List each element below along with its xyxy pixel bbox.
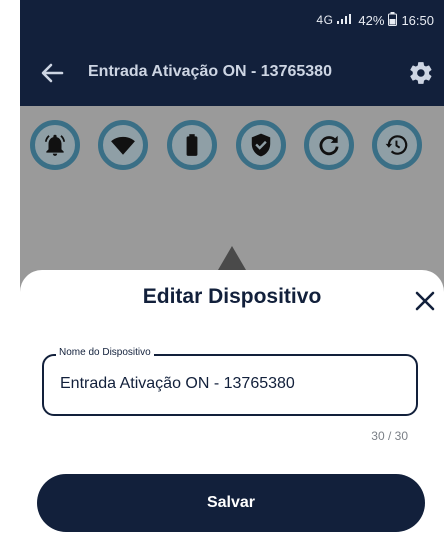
arrow-left-icon[interactable] [38, 58, 66, 88]
shield-check-icon[interactable] [236, 120, 286, 170]
status-bar: 4G 42% 16:50 [20, 0, 444, 40]
network-type: 4G [316, 13, 334, 27]
device-name-label: Nome do Dispositivo [56, 347, 154, 358]
history-icon[interactable] [372, 120, 422, 170]
edit-device-sheet: Editar Dispositivo Nome do Dispositivo E… [20, 270, 444, 542]
device-actions-row [20, 120, 444, 180]
phone-screen: 4G 42% 16:50 Entrada Ativação ON - 13765… [20, 0, 444, 542]
sheet-title: Editar Dispositivo [142, 285, 322, 308]
signal-icon [337, 13, 352, 27]
clock: 16:50 [401, 12, 434, 28]
alarm-bell-icon[interactable] [30, 120, 80, 170]
refresh-icon[interactable] [304, 120, 354, 170]
battery-icon [388, 11, 398, 29]
device-name-input[interactable]: Entrada Ativação ON - 13765380 [60, 375, 295, 393]
app-bar-title: Entrada Ativação ON - 13765380 [88, 63, 332, 80]
device-name-field[interactable]: Nome do Dispositivo Entrada Ativação ON … [42, 347, 418, 416]
battery-icon[interactable] [167, 120, 217, 170]
battery-percent: 42% [358, 12, 385, 28]
character-counter: 30 / 30 [371, 429, 408, 443]
tooltip-pointer [218, 246, 246, 270]
save-button[interactable]: Salvar [37, 474, 425, 532]
app-bar: Entrada Ativação ON - 13765380 [20, 40, 444, 106]
close-icon[interactable] [410, 286, 440, 316]
gear-icon[interactable] [408, 60, 434, 86]
wifi-icon[interactable] [98, 120, 148, 170]
